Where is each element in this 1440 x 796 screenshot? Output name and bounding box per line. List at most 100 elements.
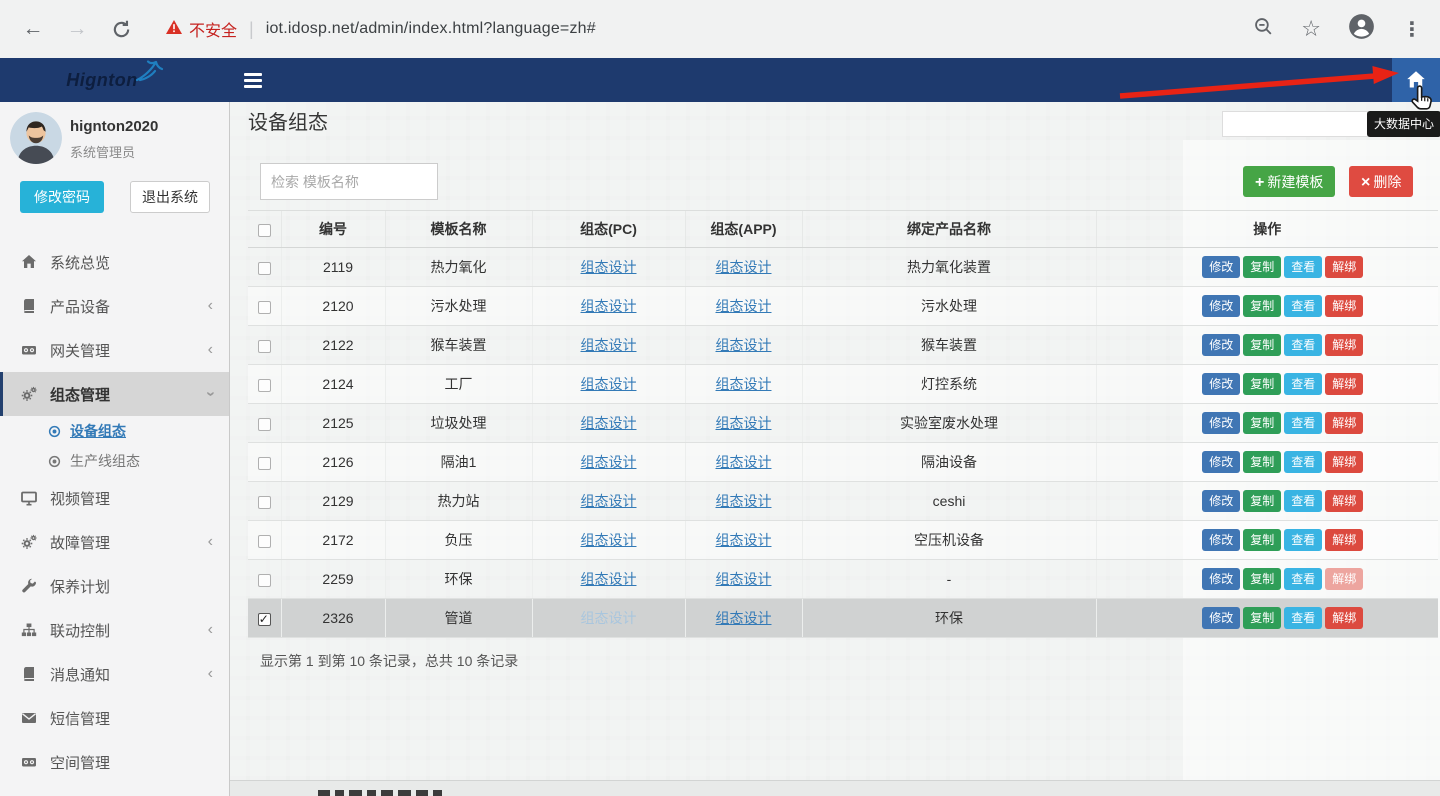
copy-button[interactable]: 复制 <box>1243 451 1281 473</box>
app-config-link[interactable]: 组态设计 <box>716 454 772 470</box>
row-checkbox[interactable] <box>258 301 271 314</box>
row-checkbox[interactable] <box>258 535 271 548</box>
copy-button[interactable]: 复制 <box>1243 334 1281 356</box>
row-checkbox[interactable] <box>258 457 271 470</box>
row-checkbox[interactable] <box>258 574 271 587</box>
sidebar-item-0[interactable]: 系统总览 <box>0 240 229 284</box>
user-avatar[interactable] <box>10 112 62 164</box>
change-password-button[interactable]: 修改密码 <box>20 181 104 213</box>
sidebar-item-4[interactable]: 视频管理 <box>0 476 229 520</box>
pc-config-link[interactable]: 组态设计 <box>581 298 637 314</box>
pc-config-link[interactable]: 组态设计 <box>581 493 637 509</box>
reload-icon[interactable] <box>106 14 136 44</box>
modify-button[interactable]: 修改 <box>1202 334 1240 356</box>
copy-button[interactable]: 复制 <box>1243 256 1281 278</box>
modify-button[interactable]: 修改 <box>1202 412 1240 434</box>
sidebar-item-7[interactable]: 联动控制 <box>0 608 229 652</box>
row-checkbox[interactable] <box>258 496 271 509</box>
app-config-link[interactable]: 组态设计 <box>716 259 772 275</box>
modify-button[interactable]: 修改 <box>1202 568 1240 590</box>
app-config-link[interactable]: 组态设计 <box>716 493 772 509</box>
row-checkbox[interactable] <box>258 418 271 431</box>
view-button[interactable]: 查看 <box>1284 490 1322 512</box>
sidebar-item-6[interactable]: 保养计划 <box>0 564 229 608</box>
modify-button[interactable]: 修改 <box>1202 451 1240 473</box>
pc-config-link[interactable]: 组态设计 <box>581 454 637 470</box>
modify-button[interactable]: 修改 <box>1202 295 1240 317</box>
view-button[interactable]: 查看 <box>1284 373 1322 395</box>
sidebar-item-2[interactable]: 网关管理 <box>0 328 229 372</box>
sidebar-item-8[interactable]: 消息通知 <box>0 652 229 696</box>
row-checkbox[interactable] <box>258 613 271 626</box>
app-config-link[interactable]: 组态设计 <box>716 337 772 353</box>
unbind-button[interactable]: 解绑 <box>1325 490 1363 512</box>
pc-config-link[interactable]: 组态设计 <box>581 571 637 587</box>
unbind-button[interactable]: 解绑 <box>1325 568 1363 590</box>
hamburger-menu-icon[interactable] <box>244 71 264 89</box>
url-bar[interactable]: iot.idosp.net/admin/index.html?language=… <box>266 20 1242 38</box>
view-button[interactable]: 查看 <box>1284 451 1322 473</box>
submenu-item-0[interactable]: 设备组态 <box>0 416 229 446</box>
app-config-link[interactable]: 组态设计 <box>716 610 772 626</box>
profile-avatar-icon[interactable] <box>1348 13 1375 45</box>
view-button[interactable]: 查看 <box>1284 568 1322 590</box>
sidebar-item-5[interactable]: 故障管理 <box>0 520 229 564</box>
pc-config-link[interactable]: 组态设计 <box>581 415 637 431</box>
pc-config-link[interactable]: 组态设计 <box>581 532 637 548</box>
new-template-button[interactable]: 新建模板 <box>1243 166 1335 197</box>
unbind-button[interactable]: 解绑 <box>1325 295 1363 317</box>
unbind-button[interactable]: 解绑 <box>1325 373 1363 395</box>
app-config-link[interactable]: 组态设计 <box>716 298 772 314</box>
view-button[interactable]: 查看 <box>1284 295 1322 317</box>
sidebar-item-10[interactable]: 空间管理 <box>0 740 229 784</box>
copy-button[interactable]: 复制 <box>1243 373 1281 395</box>
copy-button[interactable]: 复制 <box>1243 607 1281 629</box>
view-button[interactable]: 查看 <box>1284 334 1322 356</box>
view-button[interactable]: 查看 <box>1284 412 1322 434</box>
view-button[interactable]: 查看 <box>1284 256 1322 278</box>
delete-button[interactable]: 删除 <box>1349 166 1413 197</box>
row-checkbox[interactable] <box>258 262 271 275</box>
copy-button[interactable]: 复制 <box>1243 529 1281 551</box>
forward-icon[interactable]: → <box>62 14 92 44</box>
browser-menu-icon[interactable]: ⋮ <box>1402 17 1422 42</box>
sidebar-item-1[interactable]: 产品设备 <box>0 284 229 328</box>
view-button[interactable]: 查看 <box>1284 607 1322 629</box>
modify-button[interactable]: 修改 <box>1202 529 1240 551</box>
sidebar-item-3[interactable]: 组态管理 <box>0 372 229 416</box>
back-icon[interactable]: ← <box>18 14 48 44</box>
app-config-link[interactable]: 组态设计 <box>716 415 772 431</box>
app-config-link[interactable]: 组态设计 <box>716 376 772 392</box>
modify-button[interactable]: 修改 <box>1202 256 1240 278</box>
app-config-link[interactable]: 组态设计 <box>716 571 772 587</box>
unbind-button[interactable]: 解绑 <box>1325 607 1363 629</box>
copy-button[interactable]: 复制 <box>1243 568 1281 590</box>
unbind-button[interactable]: 解绑 <box>1325 256 1363 278</box>
security-warning[interactable]: 不安全 <box>166 17 237 41</box>
pc-config-link[interactable]: 组态设计 <box>581 610 637 626</box>
view-button[interactable]: 查看 <box>1284 529 1322 551</box>
copy-button[interactable]: 复制 <box>1243 490 1281 512</box>
modify-button[interactable]: 修改 <box>1202 490 1240 512</box>
unbind-button[interactable]: 解绑 <box>1325 334 1363 356</box>
unbind-button[interactable]: 解绑 <box>1325 412 1363 434</box>
app-config-link[interactable]: 组态设计 <box>716 532 772 548</box>
row-checkbox[interactable] <box>258 379 271 392</box>
copy-button[interactable]: 复制 <box>1243 295 1281 317</box>
copy-button[interactable]: 复制 <box>1243 412 1281 434</box>
zoom-out-icon[interactable] <box>1253 16 1274 42</box>
bookmark-star-icon[interactable]: ☆ <box>1301 16 1321 42</box>
row-checkbox[interactable] <box>258 340 271 353</box>
template-search-input[interactable] <box>260 163 438 200</box>
sidebar-item-9[interactable]: 短信管理 <box>0 696 229 740</box>
unbind-button[interactable]: 解绑 <box>1325 451 1363 473</box>
home-datacenter-button[interactable] <box>1392 58 1440 102</box>
header-checkbox[interactable] <box>258 224 271 237</box>
logout-button[interactable]: 退出系统 <box>130 181 210 213</box>
pc-config-link[interactable]: 组态设计 <box>581 337 637 353</box>
header-search-input[interactable] <box>1222 111 1368 137</box>
submenu-item-1[interactable]: 生产线组态 <box>0 446 229 476</box>
pc-config-link[interactable]: 组态设计 <box>581 259 637 275</box>
unbind-button[interactable]: 解绑 <box>1325 529 1363 551</box>
modify-button[interactable]: 修改 <box>1202 373 1240 395</box>
